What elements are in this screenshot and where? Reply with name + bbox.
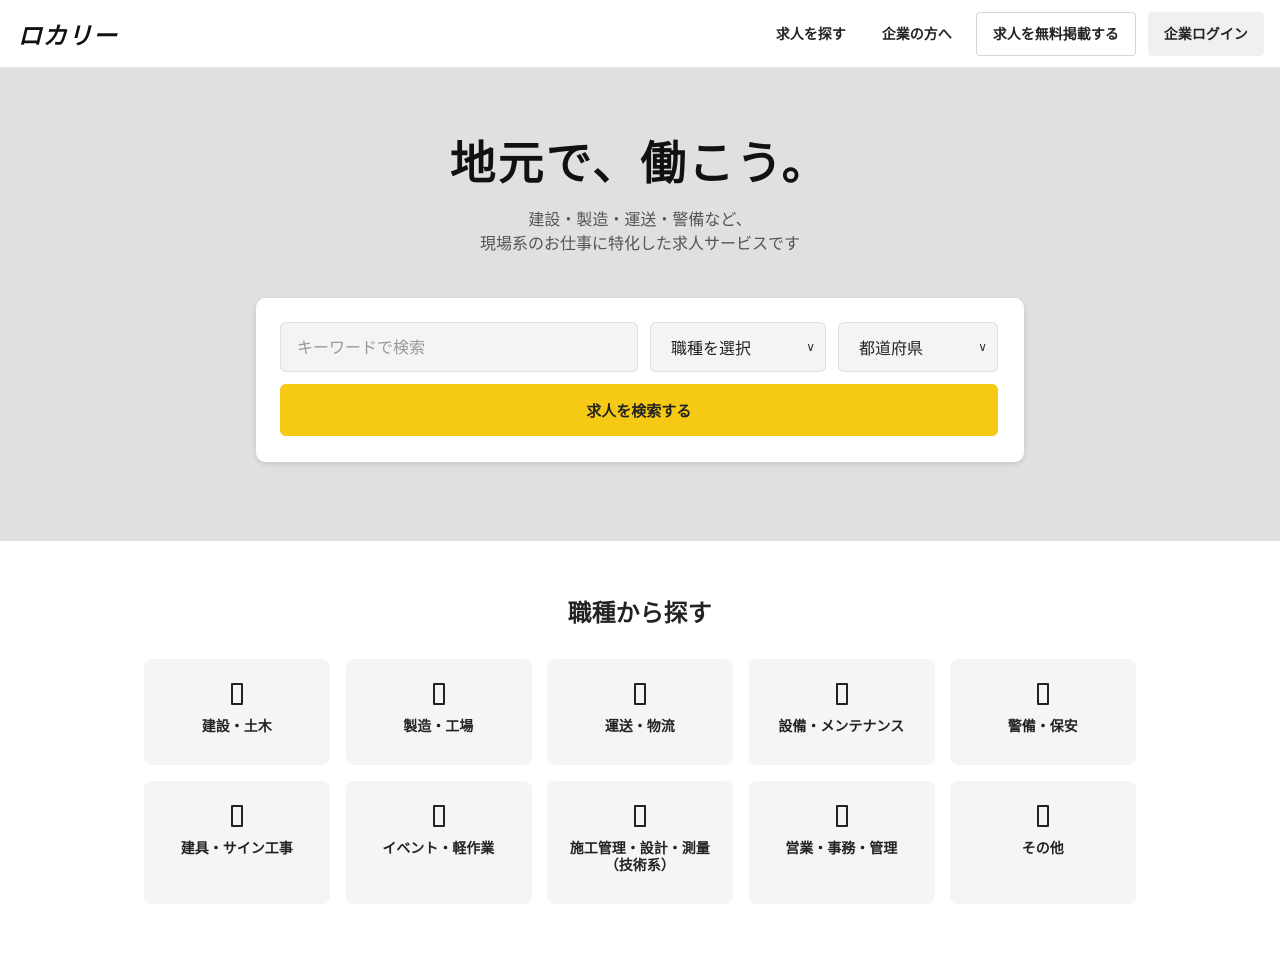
tofu-placeholder-icon xyxy=(835,805,848,827)
nav-find-jobs-link[interactable]: 求人を探す xyxy=(764,14,858,54)
prefecture-select-value: 都道府県 xyxy=(859,339,924,358)
tofu-placeholder-icon xyxy=(634,805,646,827)
hero-subtitle-line2: 現場系のお仕事に特化した求人サービスです xyxy=(479,234,800,253)
category-card-events-light-work[interactable]: イベント・軽作業 xyxy=(345,781,532,904)
job-type-select[interactable]: 職種を選択 ∨ xyxy=(650,322,826,372)
category-label: 製造・工場 xyxy=(403,719,474,735)
tofu-placeholder-icon xyxy=(1037,805,1049,827)
chevron-down-icon: ∨ xyxy=(978,340,987,354)
tofu-placeholder-icon xyxy=(231,683,243,705)
chevron-down-icon: ∨ xyxy=(806,340,815,354)
company-login-button[interactable]: 企業ログイン xyxy=(1148,11,1264,56)
post-job-free-button[interactable]: 求人を無料掲載する xyxy=(976,11,1136,56)
category-card-construction[interactable]: 建設・土木 xyxy=(144,659,330,765)
category-label: 施工管理・設計・測量（技術系） xyxy=(570,841,710,874)
search-row: 職種を選択 ∨ 都道府県 ∨ xyxy=(280,322,1000,372)
search-submit-button[interactable]: 求人を検索する xyxy=(280,384,998,436)
tofu-placeholder-icon xyxy=(1037,683,1049,705)
job-type-select-value: 職種を選択 xyxy=(671,339,752,358)
prefecture-select[interactable]: 都道府県 ∨ xyxy=(838,322,998,372)
hero-section: 地元で、働こう。 建設・製造・運送・警備など、 現場系のお仕事に特化した求人サー… xyxy=(0,68,1280,541)
category-card-logistics[interactable]: 運送・物流 xyxy=(547,659,733,765)
tofu-placeholder-icon xyxy=(634,683,646,705)
hero-subtitle: 建設・製造・運送・警備など、 現場系のお仕事に特化した求人サービスです xyxy=(480,208,800,256)
category-label: 警備・保安 xyxy=(1008,719,1078,735)
category-label: 建設・土木 xyxy=(202,719,272,735)
keyword-search-input[interactable] xyxy=(280,322,638,372)
category-card-fittings-signage[interactable]: 建具・サイン工事 xyxy=(144,781,330,904)
tofu-placeholder-icon xyxy=(432,805,445,827)
tofu-placeholder-icon xyxy=(835,683,848,705)
category-label: 営業・事務・管理 xyxy=(785,841,898,857)
hero-subtitle-line1: 建設・製造・運送・警備など、 xyxy=(528,210,752,229)
hero-title: 地元で、働こう。 xyxy=(450,136,830,190)
nav-for-companies-link[interactable]: 企業の方へ xyxy=(870,14,964,54)
category-label: 建具・サイン工事 xyxy=(181,841,293,857)
category-card-security[interactable]: 警備・保安 xyxy=(950,659,1136,765)
category-label: イベント・軽作業 xyxy=(382,841,495,857)
site-logo[interactable]: ロカリー xyxy=(18,16,118,51)
category-grid: 建設・土木 製造・工場 運送・物流 設備・メンテナンス 警備・保安 建具・サイン… xyxy=(144,659,1136,904)
category-card-sales-admin[interactable]: 営業・事務・管理 xyxy=(748,781,935,904)
category-card-other[interactable]: その他 xyxy=(950,781,1136,904)
category-label: 運送・物流 xyxy=(605,719,675,735)
category-section: 職種から探す 建設・土木 製造・工場 運送・物流 設備・メンテナンス 警備・保安… xyxy=(0,541,1280,904)
tofu-placeholder-icon xyxy=(231,805,243,827)
category-section-title: 職種から探す xyxy=(568,599,712,627)
header-nav: 求人を探す 企業の方へ 求人を無料掲載する 企業ログイン xyxy=(764,11,1264,56)
category-label: その他 xyxy=(1022,841,1064,857)
site-header: ロカリー 求人を探す 企業の方へ 求人を無料掲載する 企業ログイン xyxy=(0,0,1280,68)
category-card-manufacturing[interactable]: 製造・工場 xyxy=(345,659,532,765)
category-card-facilities[interactable]: 設備・メンテナンス xyxy=(748,659,935,765)
category-label: 設備・メンテナンス xyxy=(778,719,905,735)
tofu-placeholder-icon xyxy=(432,683,445,705)
category-card-engineering[interactable]: 施工管理・設計・測量（技術系） xyxy=(547,781,733,904)
search-card: 職種を選択 ∨ 都道府県 ∨ 求人を検索する xyxy=(256,298,1024,462)
